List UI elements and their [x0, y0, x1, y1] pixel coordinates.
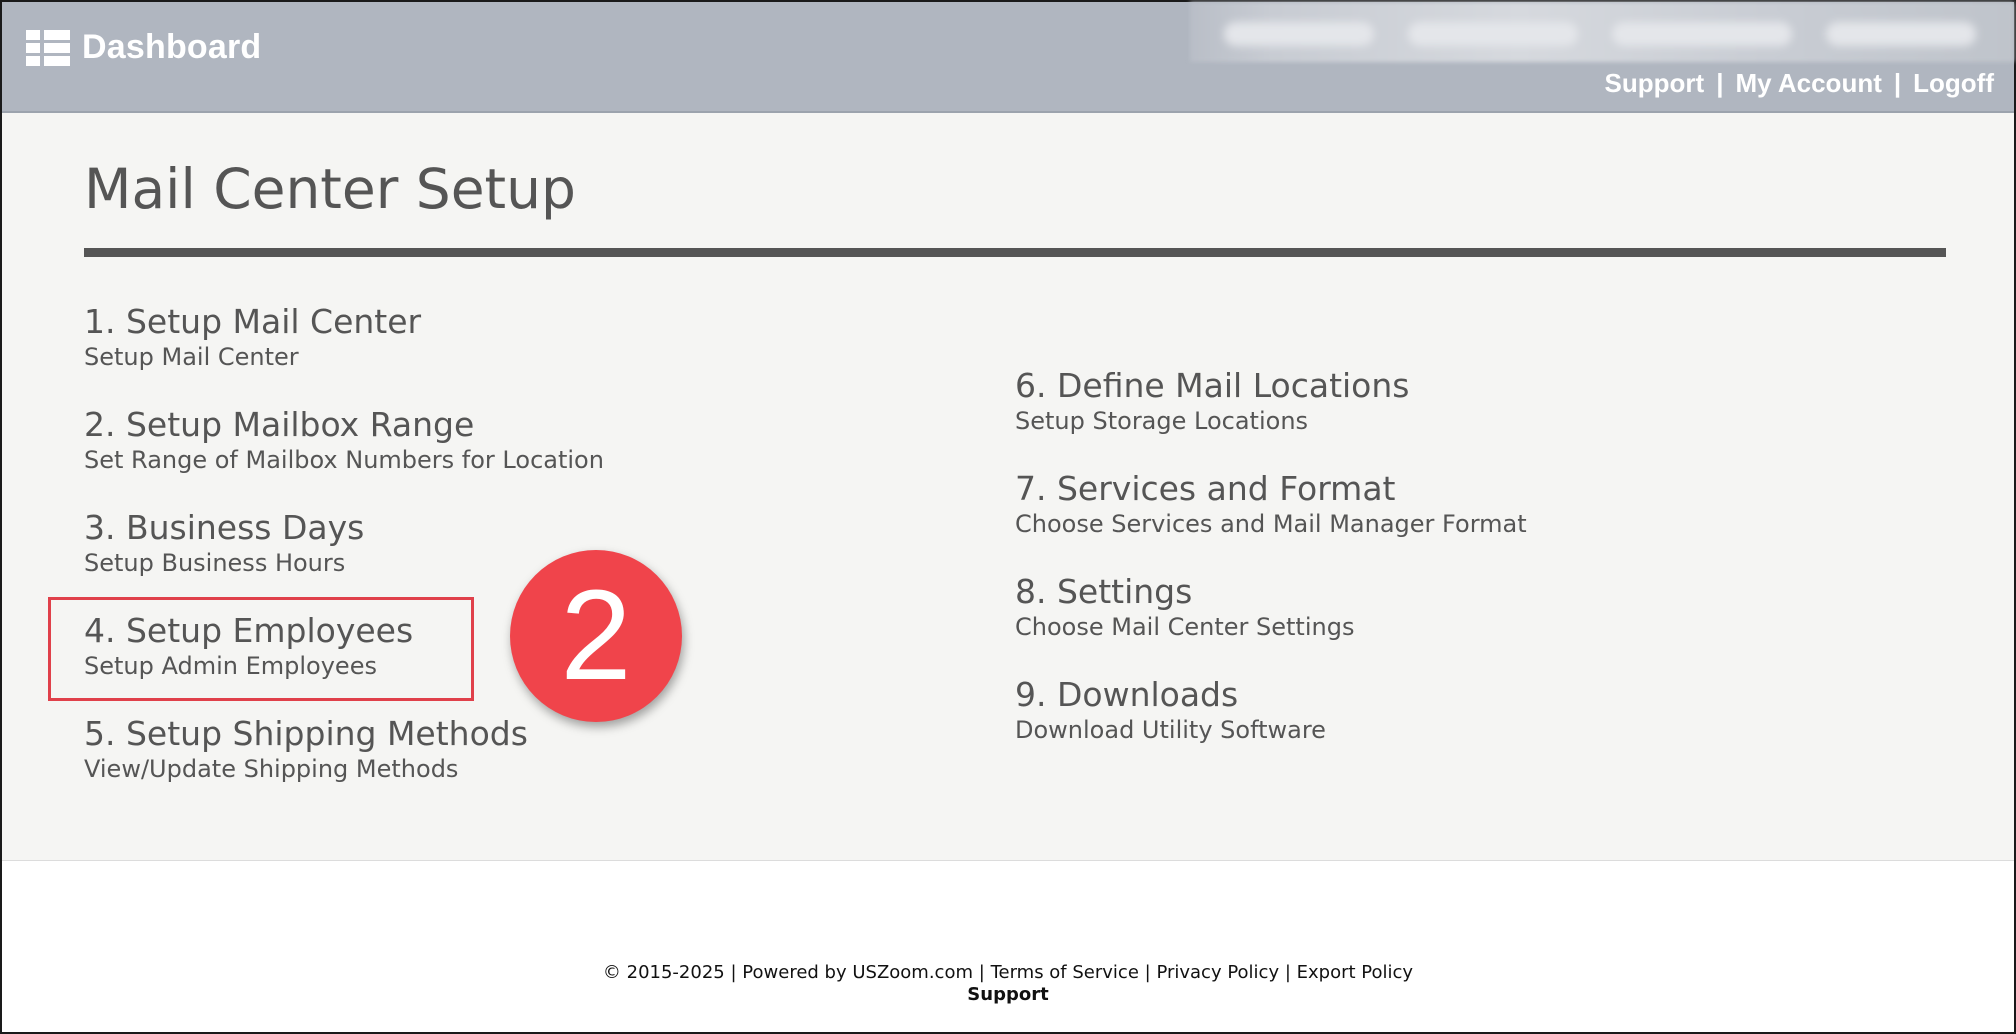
footer-support-link[interactable]: Support: [2, 984, 2014, 1006]
logoff-link[interactable]: Logoff: [1913, 68, 1994, 99]
item-title: 7. Services and Format: [1015, 469, 1396, 508]
copyright-text: © 2015-2025: [602, 962, 725, 983]
title-divider: [84, 248, 1946, 257]
page-title: Mail Center Setup: [84, 157, 576, 221]
grid-menu-icon: [26, 29, 70, 66]
item-subtitle: Setup Storage Locations: [1015, 407, 1309, 435]
main-content: Mail Center Setup 1. Setup Mail Center S…: [2, 113, 2014, 861]
link-separator: |: [1716, 68, 1724, 98]
item-subtitle: Download Utility Software: [1015, 716, 1326, 744]
footer-separator: |: [1284, 962, 1291, 983]
top-bar: Dashboard Support | My Account | Logoff: [2, 2, 2014, 113]
item-subtitle: View/Update Shipping Methods: [84, 755, 459, 783]
item-title: 5. Setup Shipping Methods: [84, 714, 528, 753]
item-title: 1. Setup Mail Center: [84, 302, 422, 341]
item-title: 2. Setup Mailbox Range: [84, 405, 475, 444]
setup-mailbox-range-item[interactable]: 2. Setup Mailbox Range Set Range of Mail…: [84, 406, 604, 475]
dashboard-link[interactable]: Dashboard: [26, 28, 261, 67]
footer-separator: |: [978, 962, 985, 983]
step-number-badge: 2: [510, 550, 682, 722]
define-mail-locations-item[interactable]: 6. Define Mail Locations Setup Storage L…: [1015, 367, 1409, 436]
item-subtitle: Choose Mail Center Settings: [1015, 613, 1355, 641]
support-link[interactable]: Support: [1605, 68, 1705, 99]
footer-separator: |: [1144, 962, 1151, 983]
my-account-link[interactable]: My Account: [1735, 68, 1881, 99]
privacy-policy-link[interactable]: Privacy Policy: [1156, 962, 1279, 983]
highlight-box: [48, 597, 474, 701]
footer-separator: |: [730, 962, 737, 983]
services-and-format-item[interactable]: 7. Services and Format Choose Services a…: [1015, 470, 1527, 539]
app-frame: Dashboard Support | My Account | Logoff …: [0, 0, 2016, 1034]
dashboard-title: Dashboard: [82, 28, 262, 66]
item-title: 6. Define Mail Locations: [1015, 366, 1410, 405]
downloads-item[interactable]: 9. Downloads Download Utility Software: [1015, 676, 1326, 745]
setup-shipping-methods-item[interactable]: 5. Setup Shipping Methods View/Update Sh…: [84, 715, 528, 784]
export-policy-link[interactable]: Export Policy: [1297, 962, 1413, 983]
item-subtitle: Setup Business Hours: [84, 549, 346, 577]
top-links: Support | My Account | Logoff: [1605, 68, 1994, 99]
powered-by-link[interactable]: Powered by USZoom.com: [742, 962, 973, 983]
item-subtitle: Choose Services and Mail Manager Format: [1015, 510, 1527, 538]
footer: © 2015-2025 | Powered by USZoom.com | Te…: [2, 962, 2014, 1006]
link-separator: |: [1893, 68, 1902, 98]
item-title: 8. Settings: [1015, 572, 1193, 611]
business-days-item[interactable]: 3. Business Days Setup Business Hours: [84, 509, 364, 578]
redacted-nav-area: [1190, 2, 2014, 62]
terms-of-service-link[interactable]: Terms of Service: [991, 962, 1139, 983]
footer-links: © 2015-2025 | Powered by USZoom.com | Te…: [2, 962, 2014, 984]
settings-item[interactable]: 8. Settings Choose Mail Center Settings: [1015, 573, 1354, 642]
item-title: 9. Downloads: [1015, 675, 1239, 714]
item-subtitle: Setup Mail Center: [84, 343, 299, 371]
setup-mail-center-item[interactable]: 1. Setup Mail Center Setup Mail Center: [84, 303, 421, 372]
item-title: 3. Business Days: [84, 508, 365, 547]
item-subtitle: Set Range of Mailbox Numbers for Locatio…: [84, 446, 604, 474]
